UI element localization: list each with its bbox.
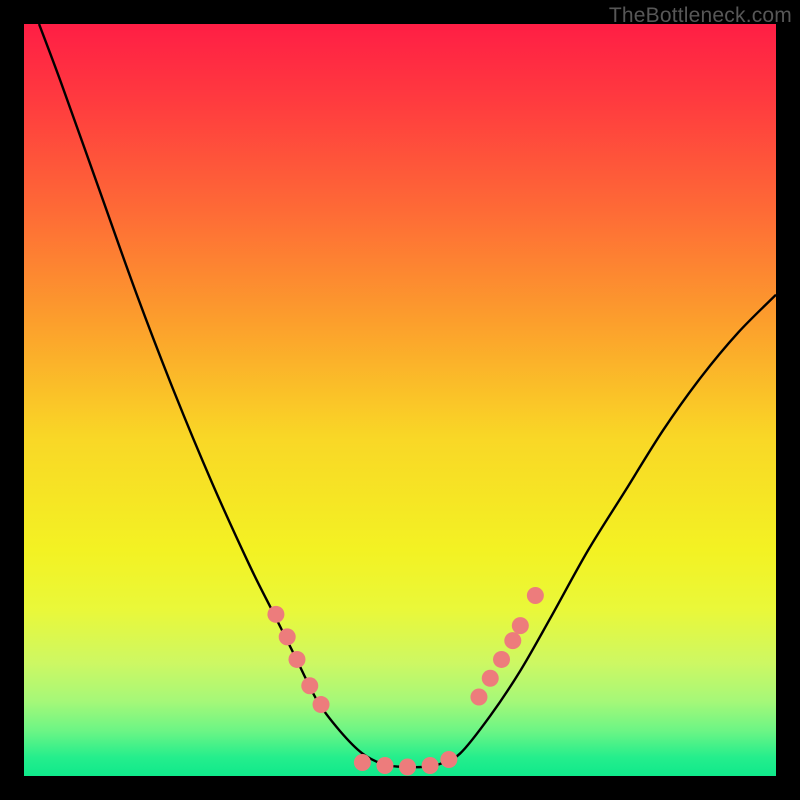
highlight-dot bbox=[399, 758, 416, 775]
highlight-dot bbox=[354, 754, 371, 771]
highlight-dot bbox=[288, 651, 305, 668]
highlight-dot bbox=[512, 617, 529, 634]
highlight-dot bbox=[422, 757, 439, 774]
chart-frame bbox=[24, 24, 776, 776]
highlight-dot bbox=[482, 670, 499, 687]
highlight-dot bbox=[313, 696, 330, 713]
watermark-text: TheBottleneck.com bbox=[609, 4, 792, 28]
highlight-dot bbox=[267, 606, 284, 623]
highlight-dot bbox=[504, 632, 521, 649]
highlight-dot bbox=[279, 628, 296, 645]
chart-background bbox=[24, 24, 776, 776]
highlight-dot bbox=[527, 587, 544, 604]
bottleneck-chart bbox=[24, 24, 776, 776]
highlight-dot bbox=[301, 677, 318, 694]
highlight-dot bbox=[440, 751, 457, 768]
highlight-dot bbox=[493, 651, 510, 668]
highlight-dot bbox=[376, 757, 393, 774]
highlight-dot bbox=[470, 689, 487, 706]
